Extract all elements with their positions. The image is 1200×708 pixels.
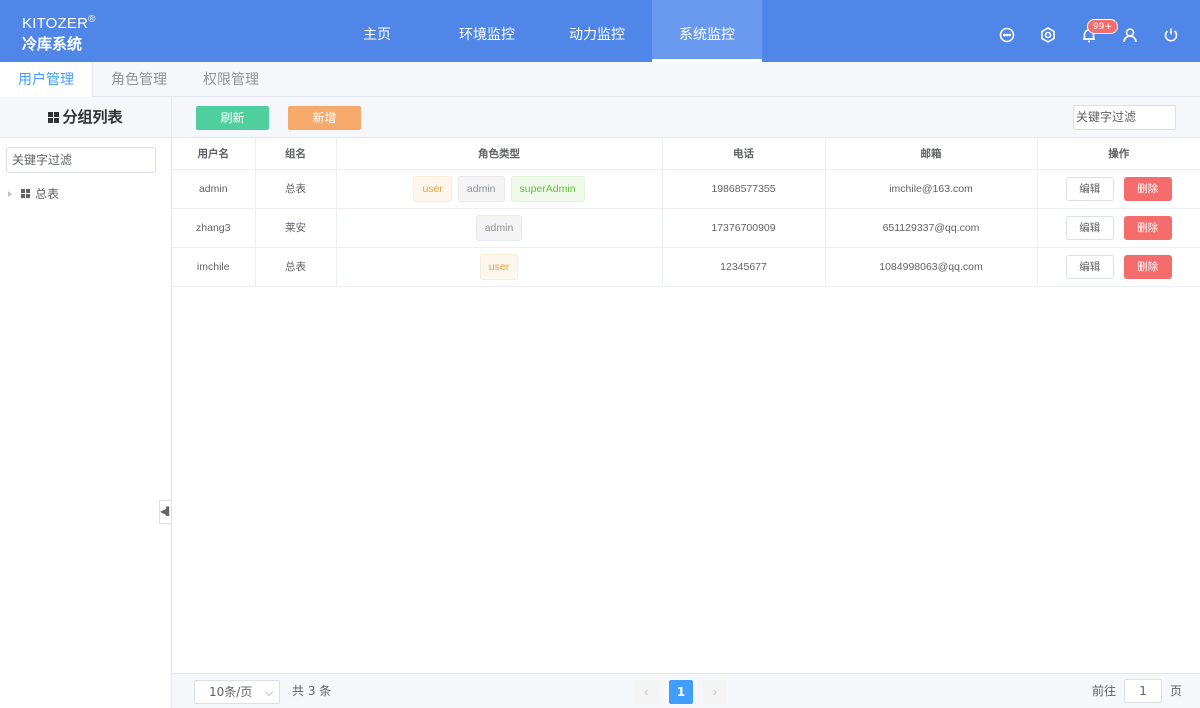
group-list-panel: 分组列表 关键字过滤 总表 ◀▌ bbox=[0, 97, 172, 708]
goto-page: 前往 1 页 bbox=[1092, 674, 1182, 708]
table-row: imchile 总表 user 12345677 1084998063@qq.c… bbox=[172, 247, 1200, 287]
table-row: zhang3 莱安 admin 17376700909 651129337@qq… bbox=[172, 208, 1200, 248]
page-number-current[interactable]: 1 bbox=[669, 680, 693, 704]
top-header: KITOZER® 冷库系统 主页 环境监控 动力监控 系统监控 99+ bbox=[0, 0, 1200, 62]
page-size-value: 10条/页 bbox=[209, 685, 253, 699]
delete-button[interactable]: 删除 bbox=[1123, 176, 1172, 201]
group-list-header: 分组列表 bbox=[0, 97, 171, 138]
tab-permission-management[interactable]: 权限管理 bbox=[185, 62, 277, 97]
role-tag: user bbox=[479, 253, 519, 280]
column-header-username: 用户名 bbox=[172, 138, 256, 170]
edit-button[interactable]: 编辑 bbox=[1065, 215, 1114, 240]
role-tag: admin bbox=[475, 214, 523, 241]
grid-icon bbox=[48, 112, 60, 123]
page-size-select[interactable]: 10条/页 bbox=[194, 680, 280, 704]
delete-button[interactable]: 删除 bbox=[1123, 254, 1172, 279]
table-row: admin 总表 user admin superAdmin 19868577355… bbox=[172, 169, 1200, 209]
cell-email: imchile@163.com bbox=[825, 169, 1038, 209]
collapse-panel-icon[interactable]: ◀▌ bbox=[159, 500, 172, 524]
user-table: 用户名 组名 角色类型 电话 邮箱 操作 admin 总表 user admin s… bbox=[172, 138, 1200, 287]
nav-item-system[interactable]: 系统监控 bbox=[652, 0, 762, 62]
column-header-email: 邮箱 bbox=[825, 138, 1038, 170]
goto-suffix: 页 bbox=[1170, 684, 1183, 698]
nav-item-home[interactable]: 主页 bbox=[322, 0, 432, 62]
chevron-down-icon bbox=[264, 687, 274, 697]
settings-icon[interactable] bbox=[1039, 26, 1057, 44]
goto-prefix: 前往 bbox=[1092, 684, 1117, 698]
table-toolbar: 刷新 新增 关键字过滤 bbox=[172, 97, 1200, 138]
caret-right-icon[interactable] bbox=[8, 190, 12, 197]
tab-role-management[interactable]: 角色管理 bbox=[93, 62, 185, 97]
tree-node-label: 总表 bbox=[35, 187, 60, 201]
column-header-group: 组名 bbox=[255, 138, 337, 170]
tab-bar: 用户管理 角色管理 权限管理 bbox=[0, 62, 1200, 97]
column-header-actions: 操作 bbox=[1037, 138, 1200, 170]
cell-email: 1084998063@qq.com bbox=[825, 247, 1038, 287]
chat-icon[interactable] bbox=[998, 26, 1016, 44]
cell-phone: 19868577355 bbox=[662, 169, 826, 209]
tree-node-all[interactable]: 总表 bbox=[8, 185, 59, 202]
cell-roles: user bbox=[336, 247, 663, 287]
edit-button[interactable]: 编辑 bbox=[1065, 176, 1114, 201]
role-tag: superAdmin bbox=[510, 175, 585, 202]
nav-item-power[interactable]: 动力监控 bbox=[542, 0, 652, 62]
prev-page-button[interactable]: ‹ bbox=[634, 680, 658, 704]
table-header-row: 用户名 组名 角色类型 电话 邮箱 操作 bbox=[172, 138, 1200, 170]
cell-username: imchile bbox=[172, 247, 256, 287]
group-list-title: 分组列表 bbox=[62, 108, 123, 126]
refresh-button[interactable]: 刷新 bbox=[196, 106, 269, 130]
column-header-phone: 电话 bbox=[662, 138, 826, 170]
cell-username: zhang3 bbox=[172, 208, 256, 248]
registered-mark: ® bbox=[88, 14, 96, 25]
cell-group: 总表 bbox=[255, 169, 337, 209]
group-filter-input[interactable]: 关键字过滤 bbox=[6, 147, 156, 173]
cell-roles: admin bbox=[336, 208, 663, 248]
brand-name: KITOZER bbox=[22, 15, 89, 32]
cell-phone: 12345677 bbox=[662, 247, 826, 287]
cell-email: 651129337@qq.com bbox=[825, 208, 1038, 248]
pagination-bar: 10条/页 共 3 条 ‹ 1 › 前往 1 页 bbox=[172, 673, 1200, 708]
delete-button[interactable]: 删除 bbox=[1123, 215, 1172, 240]
cell-group: 莱安 bbox=[255, 208, 337, 248]
cell-roles: user admin superAdmin bbox=[336, 169, 663, 209]
next-page-button[interactable]: › bbox=[703, 680, 727, 704]
tab-user-management[interactable]: 用户管理 bbox=[0, 62, 93, 97]
grid-icon bbox=[21, 189, 30, 198]
total-count: 共 3 条 bbox=[292, 684, 332, 698]
cell-actions: 编辑 删除 bbox=[1037, 208, 1200, 248]
power-icon[interactable] bbox=[1162, 26, 1180, 44]
nav-item-environment[interactable]: 环境监控 bbox=[432, 0, 542, 62]
cell-actions: 编辑 删除 bbox=[1037, 247, 1200, 287]
search-input[interactable]: 关键字过滤 bbox=[1073, 105, 1176, 130]
cell-username: admin bbox=[172, 169, 256, 209]
cell-phone: 17376700909 bbox=[662, 208, 826, 248]
user-icon[interactable] bbox=[1121, 26, 1139, 44]
add-button[interactable]: 新增 bbox=[288, 106, 361, 130]
column-header-roles: 角色类型 bbox=[336, 138, 663, 170]
main-nav: 主页 环境监控 动力监控 系统监控 bbox=[322, 0, 762, 62]
goto-page-input[interactable]: 1 bbox=[1124, 679, 1163, 703]
role-tag: user bbox=[413, 175, 452, 202]
edit-button[interactable]: 编辑 bbox=[1065, 254, 1114, 279]
cell-group: 总表 bbox=[255, 247, 337, 287]
notification-badge: 99+ bbox=[1087, 19, 1118, 34]
brand-system-name: 冷库系统 bbox=[22, 35, 83, 53]
role-tag: admin bbox=[457, 175, 505, 202]
cell-actions: 编辑 删除 bbox=[1037, 169, 1200, 209]
brand-logo[interactable]: KITOZER® 冷库系统 bbox=[22, 9, 96, 55]
